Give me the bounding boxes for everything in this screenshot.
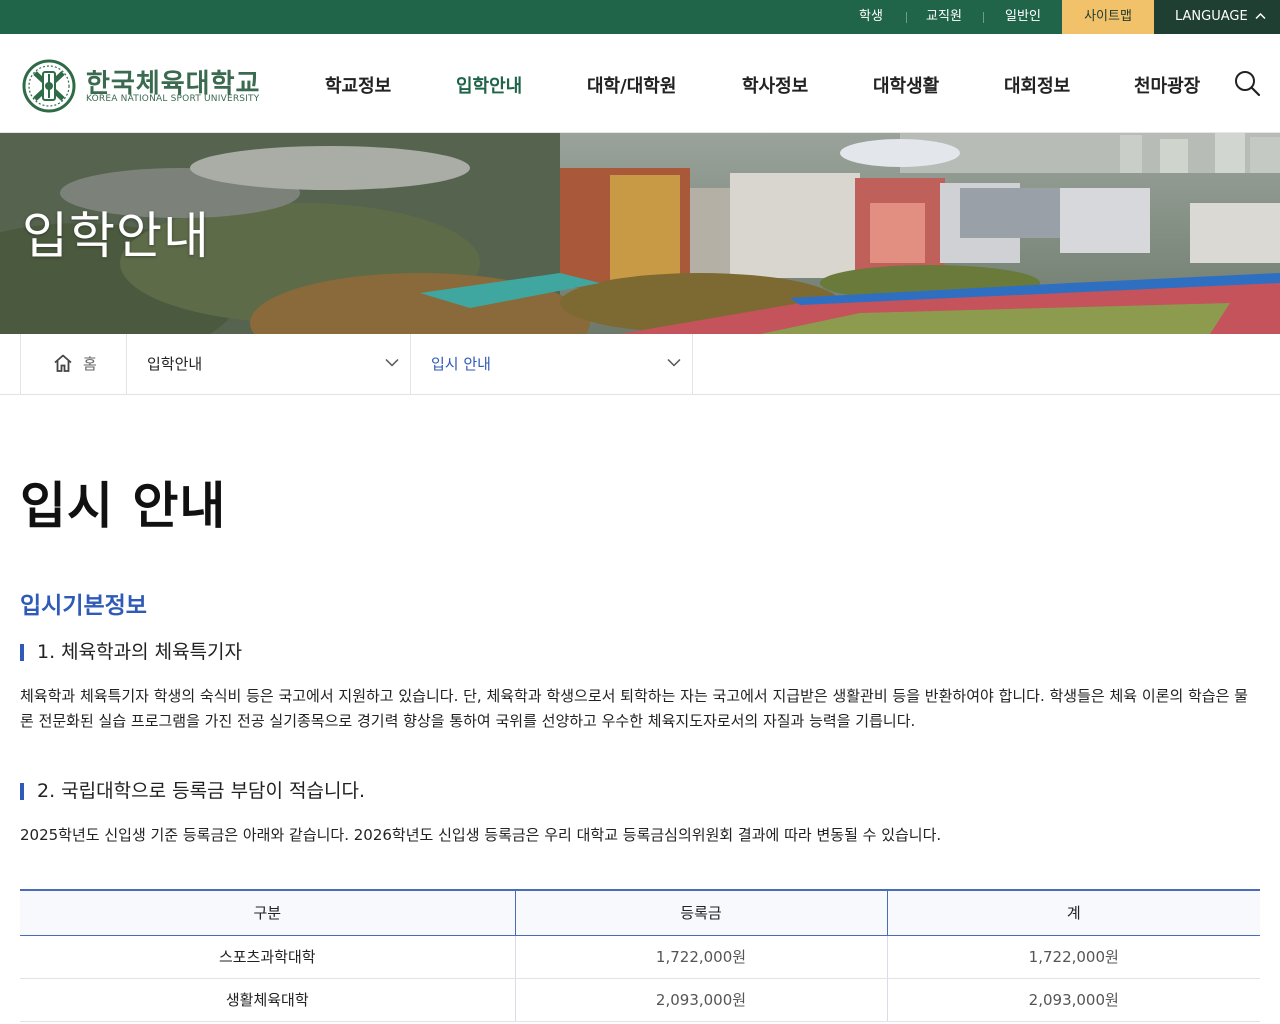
chevron-down-icon (667, 358, 681, 367)
hero-banner: 입학안내 (0, 133, 1280, 334)
table-cell-category: 스포츠과학대학 (20, 935, 515, 979)
breadcrumb-home[interactable]: 홈 (20, 334, 127, 394)
home-icon (54, 354, 72, 372)
language-label: LANGUAGE (1175, 9, 1248, 24)
nav-item-academics[interactable]: 학사정보 (742, 72, 808, 98)
column-header-tuition: 등록금 (514, 889, 887, 936)
nav-item-admissions[interactable]: 입학안내 (456, 72, 522, 98)
hero-title: 입학안내 (22, 207, 210, 265)
util-link-public[interactable]: 일반인 (992, 0, 1054, 34)
language-button[interactable]: LANGUAGE (1154, 0, 1280, 34)
table-cell-tuition: 2,093,000원 (514, 978, 887, 1022)
tuition-table: 구분 등록금 계 스포츠과학대학 1,722,000원 1,722,000원 생… (20, 889, 1260, 1022)
table-row: 생활체육대학 2,093,000원 2,093,000원 (20, 978, 1260, 1022)
utility-bar: 학생 교직원 일반인 사이트맵 LANGUAGE (0, 0, 1280, 34)
nav-item-competitions[interactable]: 대회정보 (1004, 72, 1070, 98)
breadcrumb-dropdown-level1[interactable]: 입학안내 (126, 334, 410, 394)
util-link-faculty[interactable]: 교직원 (915, 0, 973, 34)
nav-item-community[interactable]: 천마광장 (1134, 72, 1200, 98)
breadcrumb-level2-label: 입시 안내 (431, 355, 491, 373)
breadcrumb-home-label: 홈 (83, 355, 97, 373)
nav-item-school-info[interactable]: 학교정보 (325, 72, 391, 98)
sitemap-button[interactable]: 사이트맵 (1062, 0, 1154, 34)
section-title: 입시기본정보 (20, 593, 147, 619)
nav-item-colleges[interactable]: 대학/대학원 (587, 72, 676, 98)
breadcrumb-level1-label: 입학안내 (147, 355, 203, 373)
subsection-1-body: 체육학과 체육특기자 학생의 숙식비 등은 국고에서 지원하고 있습니다. 단,… (20, 687, 1248, 730)
heading-marker (20, 783, 24, 800)
search-icon[interactable] (1233, 69, 1261, 97)
table-cell-total: 2,093,000원 (886, 978, 1260, 1022)
table-cell-tuition: 1,722,000원 (514, 935, 887, 979)
table-cell-total: 1,722,000원 (886, 935, 1260, 979)
heading-marker (20, 644, 24, 661)
util-separator (983, 12, 984, 23)
util-separator (906, 12, 907, 23)
logo-subtitle: KOREA NATIONAL SPORT UNIVERSITY (86, 94, 260, 104)
table-cell-category: 생활체육대학 (20, 978, 515, 1022)
chevron-up-icon (1255, 12, 1266, 20)
page-title: 입시 안내 (20, 477, 227, 535)
breadcrumb: 홈 입학안내 입시 안내 (0, 334, 1280, 395)
chevron-down-icon (385, 358, 399, 367)
table-row: 스포츠과학대학 1,722,000원 1,722,000원 (20, 935, 1260, 979)
subsection-heading-1-text: 1. 체육학과의 체육특기자 (37, 641, 243, 663)
table-header-row: 구분 등록금 계 (20, 889, 1260, 936)
subsection-2-body: 2025학년도 신입생 기준 등록금은 아래와 같습니다. 2026학년도 신입… (20, 826, 942, 844)
university-emblem-icon (22, 59, 76, 113)
column-header-total: 계 (886, 889, 1260, 936)
site-header: 한국체육대학교 KOREA NATIONAL SPORT UNIVERSITY … (0, 34, 1280, 133)
subsection-heading-2-text: 2. 국립대학으로 등록금 부담이 적습니다. (37, 780, 366, 802)
column-header-category: 구분 (20, 889, 515, 936)
nav-item-campus-life[interactable]: 대학생활 (873, 72, 939, 98)
breadcrumb-dropdown-level2[interactable]: 입시 안내 (410, 334, 693, 394)
util-link-students[interactable]: 학생 (845, 0, 897, 34)
